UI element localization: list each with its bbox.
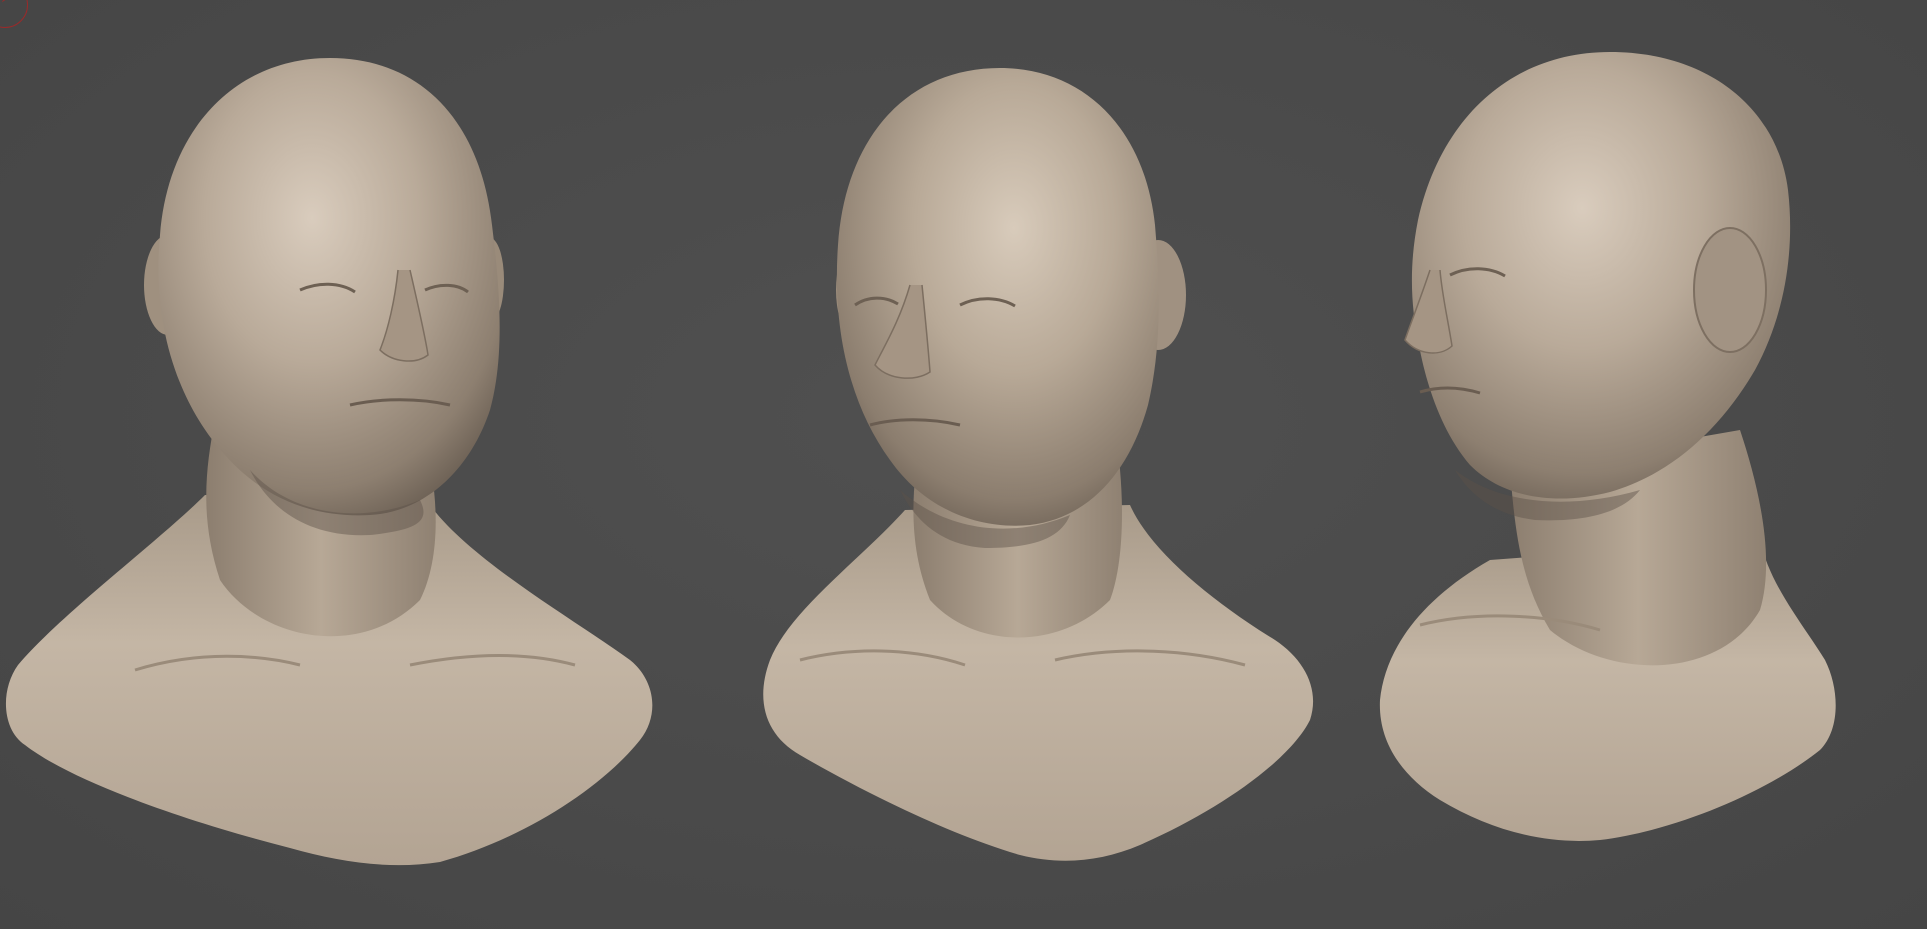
bust-model-1[interactable] bbox=[5, 58, 653, 866]
bust-model-3[interactable] bbox=[1379, 52, 1836, 841]
sculpt-scene bbox=[5, 52, 1836, 866]
sculpt-viewport[interactable] bbox=[0, 0, 1927, 929]
bust-model-2[interactable] bbox=[763, 68, 1314, 861]
bust-3-ear bbox=[1693, 227, 1767, 353]
bust-2-head bbox=[836, 68, 1159, 526]
